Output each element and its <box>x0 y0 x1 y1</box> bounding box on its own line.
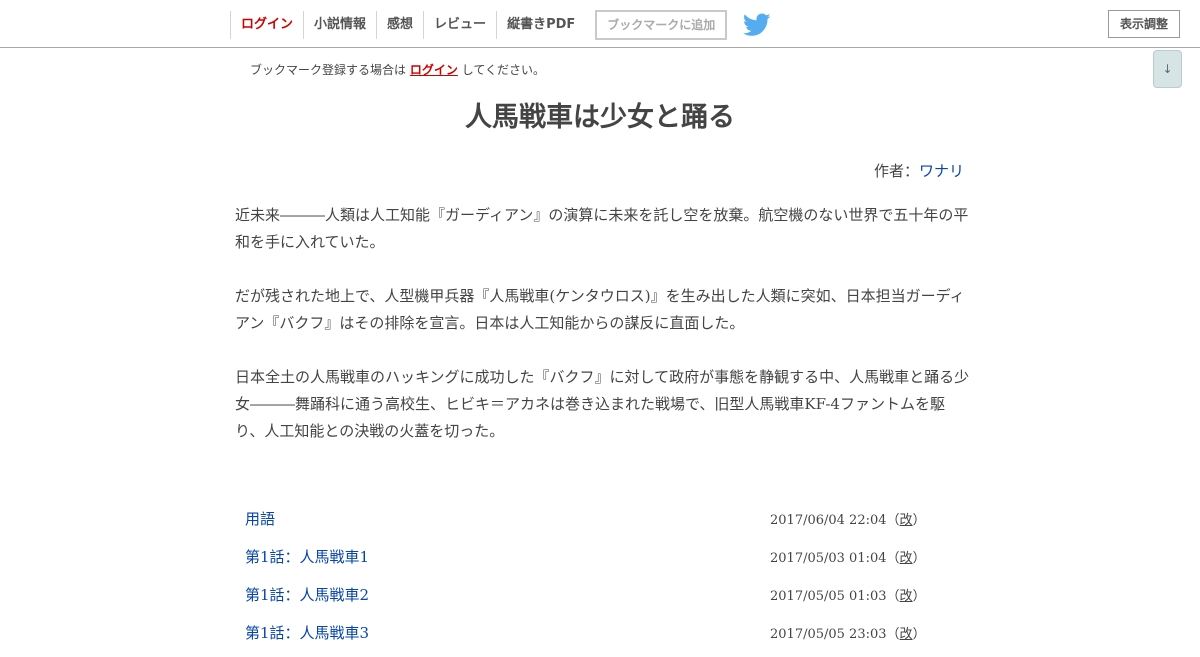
rev-close: ） <box>912 513 926 528</box>
nav-impressions[interactable]: 感想 <box>376 11 423 39</box>
synopsis-paragraph: 近未来―――人類は人工知能『ガーディアン』の演算に未来を託し空を放棄。航空機のな… <box>235 206 969 251</box>
bookmark-add-button[interactable]: ブックマークに追加 <box>595 10 728 40</box>
chapter-link[interactable]: 第1話：人馬戦車1 <box>245 546 369 567</box>
chapter-row: 第1話：人馬戦車2 2017/05/05 01:03（改） <box>235 581 970 619</box>
notice-text-after: してください。 <box>461 63 545 77</box>
rev-close: ） <box>912 627 926 642</box>
chapter-date: 2017/05/03 01:04（改） <box>770 547 926 566</box>
revision-link[interactable]: 改 <box>900 551 913 566</box>
display-settings-button[interactable]: 表示調整 <box>1108 10 1180 38</box>
nav-login[interactable]: ログイン <box>230 11 303 39</box>
bookmark-login-notice: ブックマーク登録する場合は ログイン してください。 <box>250 61 545 78</box>
scroll-down-button[interactable]: ↓ <box>1153 50 1182 88</box>
nav-novel-info[interactable]: 小説情報 <box>303 11 376 39</box>
revision-link[interactable]: 改 <box>900 589 913 604</box>
rev-close: ） <box>912 551 926 566</box>
rev-close: ） <box>912 589 926 604</box>
rev-open: （ <box>886 589 900 604</box>
synopsis: 近未来―――人類は人工知能『ガーディアン』の演算に未来を託し空を放棄。航空機のな… <box>235 202 970 472</box>
chapter-row: 第1話：人馬戦車3 2017/05/05 23:03（改） <box>235 619 970 657</box>
twitter-bird-icon[interactable] <box>743 13 771 37</box>
chapter-index: 用語 2017/06/04 22:04（改） 第1話：人馬戦車1 2017/05… <box>235 505 970 657</box>
revision-link[interactable]: 改 <box>900 627 913 642</box>
rev-open: （ <box>886 551 900 566</box>
notice-login-link[interactable]: ログイン <box>410 63 458 77</box>
date-text: 2017/05/03 01:04 <box>770 551 887 566</box>
author-line: 作者：ワナリ <box>874 160 964 181</box>
synopsis-paragraph: 日本全土の人馬戦車のハッキングに成功した『バクフ』に対して政府が事態を静観する中… <box>235 368 970 440</box>
rev-open: （ <box>886 513 900 528</box>
author-name-link[interactable]: ワナリ <box>919 162 964 180</box>
chapter-row: 用語 2017/06/04 22:04（改） <box>235 505 970 543</box>
date-text: 2017/06/04 22:04 <box>770 513 887 528</box>
date-text: 2017/05/05 23:03 <box>770 627 887 642</box>
chapter-link[interactable]: 第1話：人馬戦車3 <box>245 622 369 643</box>
nav-review[interactable]: レビュー <box>423 11 496 39</box>
revision-link[interactable]: 改 <box>900 513 913 528</box>
chapter-date: 2017/05/05 23:03（改） <box>770 623 926 642</box>
notice-text-before: ブックマーク登録する場合は <box>250 63 407 77</box>
chapter-date: 2017/06/04 22:04（改） <box>770 509 926 528</box>
chapter-date: 2017/05/05 01:03（改） <box>770 585 926 604</box>
top-bar: ログイン 小説情報 感想 レビュー 縦書きPDF ブックマークに追加 表示調整 <box>0 0 1200 48</box>
nav-menu: ログイン 小説情報 感想 レビュー 縦書きPDF ブックマークに追加 <box>230 10 771 40</box>
synopsis-paragraph: だが残された地上で、人型機甲兵器『人馬戦車(ケンタウロス)』を生み出した人類に突… <box>235 287 965 332</box>
nav-vertical-pdf[interactable]: 縦書きPDF <box>496 11 585 39</box>
chapter-row: 第1話：人馬戦車1 2017/05/03 01:04（改） <box>235 543 970 581</box>
rev-open: （ <box>886 627 900 642</box>
chapter-link[interactable]: 用語 <box>245 508 275 529</box>
author-label: 作者： <box>873 162 919 180</box>
chapter-link[interactable]: 第1話：人馬戦車2 <box>245 584 369 605</box>
date-text: 2017/05/05 01:03 <box>770 589 887 604</box>
novel-title: 人馬戦車は少女と踊る <box>465 102 735 133</box>
